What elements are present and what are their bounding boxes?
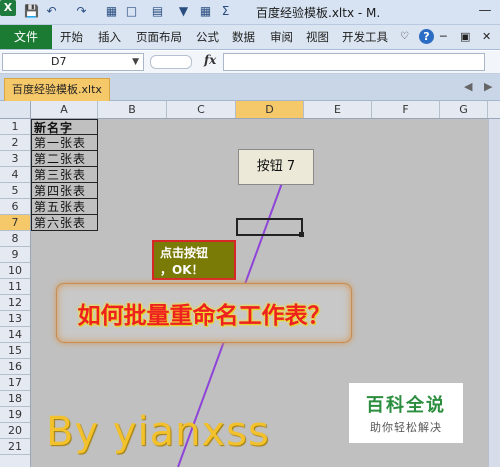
title-banner: 如何批量重命名工作表？ [56, 283, 352, 343]
minimize-button[interactable]: — [474, 2, 496, 20]
sum-icon[interactable]: Σ [218, 4, 233, 19]
undo-icon[interactable]: ↶ [44, 4, 59, 19]
scroll-left-icon[interactable]: ◀ [464, 80, 472, 93]
callout-line-2: ，OK！ [160, 263, 204, 277]
tab-developer[interactable]: 开发工具 [342, 25, 388, 49]
window-title: 百度经验模板.xltx - M. [256, 6, 381, 20]
active-cell-d7[interactable] [236, 218, 303, 236]
format-icon[interactable]: ▤ [150, 4, 165, 19]
insert-function-icon[interactable]: fx [204, 53, 216, 67]
tab-formulas[interactable]: 公式 [196, 25, 219, 49]
chevron-down-icon[interactable]: ▼ [132, 54, 139, 70]
excel-app-icon[interactable]: X [0, 0, 16, 16]
new-icon[interactable]: □ [124, 4, 139, 19]
tab-home[interactable]: 开始 [60, 25, 83, 49]
ribbon-tabs: 文件 开始 插入 页面布局 公式 数据 审阅 视图 开发工具 ♡ ? ─ ▣ ✕ [0, 25, 500, 50]
workbook-tab-row: 百度经验模板.xltx ◀ ▶ [0, 74, 500, 101]
name-box-value: D7 [51, 55, 67, 68]
title-bar: X 💾 ↶ ↷ ▦ □ ▤ ▼ ▦ Σ 百度经验模板.xltx - M. — [0, 0, 500, 25]
vertical-scrollbar[interactable] [488, 119, 500, 467]
callout-line-1: 点击按钮 [160, 246, 209, 260]
author-watermark: By yianxss [46, 409, 270, 455]
worksheet-grid[interactable]: A B C D E F G 1 2 3 4 5 6 7 8 9 10 11 12… [0, 101, 500, 467]
print-preview-icon[interactable]: ▦ [104, 4, 119, 19]
logo-subtitle: 助你轻松解决 [370, 421, 442, 434]
rename-sheets-button[interactable]: 按钮 7 [238, 149, 314, 185]
border-icon[interactable]: ▦ [198, 4, 213, 19]
tab-page-layout[interactable]: 页面布局 [136, 25, 182, 49]
window-restore-icon[interactable]: ▣ [460, 25, 470, 49]
tab-view[interactable]: 视图 [306, 25, 329, 49]
tab-data[interactable]: 数据 [232, 25, 255, 49]
name-box[interactable]: D7 ▼ [2, 53, 144, 71]
window-minimize-icon[interactable]: ─ [440, 25, 447, 49]
scroll-right-icon[interactable]: ▶ [484, 80, 492, 93]
tab-review[interactable]: 审阅 [270, 25, 293, 49]
fill-handle[interactable] [299, 232, 304, 237]
banner-text: 如何批量重命名工作表？ [77, 303, 331, 329]
tab-insert[interactable]: 插入 [98, 25, 121, 49]
formula-bar: D7 ▼ fx [0, 51, 500, 74]
logo-title: 百科全说 [366, 395, 446, 416]
formula-input[interactable] [223, 53, 485, 71]
formula-bar-splitter[interactable] [150, 55, 192, 69]
filter-icon[interactable]: ▼ [176, 4, 191, 19]
baike-logo: 百科全说 助你轻松解决 [349, 383, 463, 443]
help-icon[interactable]: ? [419, 29, 434, 44]
save-icon[interactable]: 💾 [24, 4, 39, 19]
workbook-tab[interactable]: 百度经验模板.xltx [4, 78, 110, 101]
tab-file[interactable]: 文件 [0, 25, 52, 49]
redo-icon[interactable]: ↷ [74, 4, 89, 19]
callout-note: 点击按钮 ，OK！ [152, 240, 236, 280]
ribbon-minimize-icon[interactable]: ♡ [400, 25, 409, 49]
window-close-icon[interactable]: ✕ [482, 25, 491, 49]
